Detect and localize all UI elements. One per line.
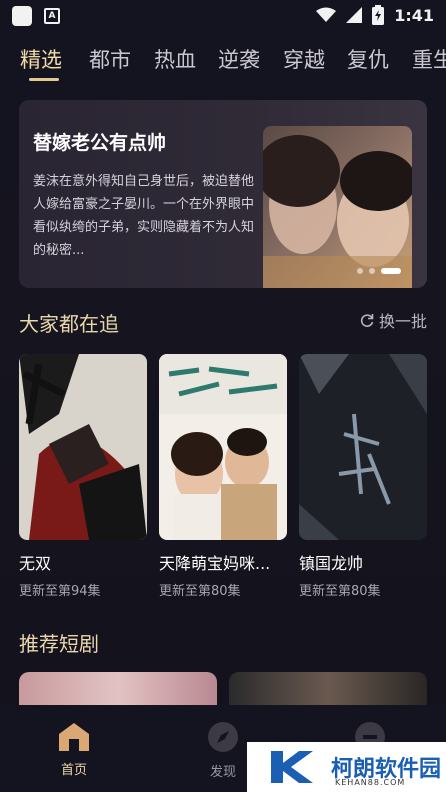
drama-episodes: 更新至第94集 (19, 584, 101, 599)
drama-card[interactable]: 天降萌宝妈咪... 更新至第80集 (159, 354, 287, 599)
app-notification-icon: A (44, 8, 60, 24)
carousel-dot[interactable] (369, 268, 375, 274)
nav-home-label: 首页 (60, 763, 87, 778)
tab-urban[interactable]: 都市 (89, 44, 131, 74)
wifi-icon (316, 7, 337, 22)
refresh-icon (360, 314, 374, 327)
drama-card[interactable]: 镇国龙帅 更新至第80集 (299, 354, 427, 599)
nav-discover[interactable]: 发现 (193, 721, 253, 780)
clock: 1:41 (394, 5, 434, 25)
nav-home[interactable]: 首页 (44, 721, 104, 778)
signal-icon (346, 7, 363, 23)
tab-passion[interactable]: 热血 (154, 44, 196, 74)
section-title-recommend: 推荐短剧 (19, 632, 99, 656)
status-bar: A 1:41 (0, 0, 446, 32)
category-tabs: 精选 都市 热血 逆袭 穿越 复仇 重生 (0, 44, 446, 84)
carousel-dot[interactable] (357, 268, 363, 274)
section-title-following: 大家都在追 (19, 312, 119, 336)
drama-title: 无双 (19, 554, 52, 573)
tab-featured[interactable]: 精选 (20, 44, 62, 74)
drama-episodes: 更新至第80集 (159, 584, 241, 599)
drama-title: 镇国龙帅 (299, 554, 364, 573)
tab-rebirth[interactable]: 重生 (412, 44, 446, 74)
compass-icon (208, 722, 238, 752)
drama-poster[interactable] (299, 354, 427, 540)
banner-poster[interactable] (263, 126, 412, 288)
watermark-logo-icon (271, 751, 313, 783)
watermark: 柯朗软件园 KEHAN88.COM (247, 742, 446, 792)
drama-card[interactable]: 无双 更新至第94集 (19, 354, 147, 599)
banner-title: 替嫁老公有点帅 (33, 132, 167, 154)
refresh-button[interactable]: 换一批 (359, 308, 427, 332)
nav-discover-label: 发现 (209, 765, 236, 780)
drama-title: 天降萌宝妈咪... (159, 554, 271, 573)
tab-time-travel[interactable]: 穿越 (283, 44, 325, 74)
home-icon (59, 723, 89, 751)
tab-revenge[interactable]: 复仇 (347, 44, 389, 74)
featured-banner[interactable]: 替嫁老公有点帅 姜沫在意外得知自己身世后，被迫替他人嫁给富豪之子晏川。一个在外界… (19, 100, 427, 288)
carousel-dots (357, 268, 401, 274)
banner-description: 姜沫在意外得知自己身世后，被迫替他人嫁给富豪之子晏川。一个在外界眼中看似纨绔的子… (33, 174, 255, 258)
refresh-label: 换一批 (378, 312, 427, 331)
drama-poster[interactable] (159, 354, 287, 540)
tab-comeback[interactable]: 逆袭 (218, 44, 260, 74)
drama-episodes: 更新至第80集 (299, 584, 381, 599)
battery-icon (372, 5, 385, 25)
active-tab-indicator (29, 78, 59, 81)
drama-poster[interactable] (19, 354, 147, 540)
notification-icon (12, 6, 32, 26)
carousel-dot-active[interactable] (381, 268, 401, 274)
watermark-subtext: KEHAN88.COM (335, 778, 406, 787)
